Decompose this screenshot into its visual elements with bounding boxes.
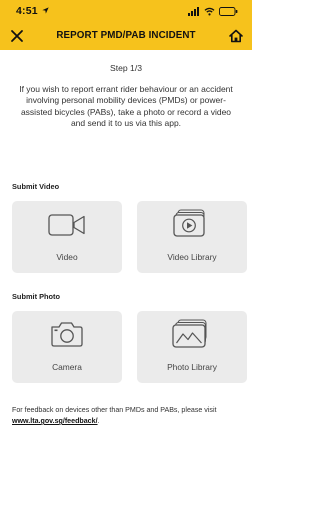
home-icon[interactable] — [228, 28, 244, 44]
feedback-text-body: For feedback on devices other than PMDs … — [12, 406, 217, 414]
submit-photo-label: Submit Photo — [12, 292, 61, 301]
status-time-text: 4:51 — [16, 5, 38, 17]
feedback-text: For feedback on devices other than PMDs … — [12, 405, 242, 427]
feedback-text-end: . — [97, 417, 100, 425]
video-library-button-label: Video Library — [167, 252, 217, 262]
video-button-label: Video — [56, 252, 78, 262]
report-screen: 4:51 REPORT PMD/PAB INCIDENT Step 1/3 If… — [0, 0, 252, 531]
wifi-icon — [204, 7, 215, 15]
camera-icon — [51, 322, 83, 347]
status-icons — [188, 6, 238, 16]
camera-button-label: Camera — [52, 362, 82, 372]
header-bar: REPORT PMD/PAB INCIDENT — [0, 22, 252, 50]
step-indicator: Step 1/3 — [109, 63, 142, 73]
camera-button[interactable]: Camera — [12, 311, 122, 383]
status-time: 4:51 — [16, 5, 49, 17]
intro-text: If you wish to report errant rider behav… — [19, 84, 233, 128]
signal-icon — [188, 6, 199, 16]
photo-library-icon — [172, 319, 207, 348]
video-camera-icon — [48, 214, 85, 236]
video-button[interactable]: Video — [12, 201, 122, 273]
location-arrow-icon — [42, 7, 49, 14]
video-library-icon — [173, 209, 205, 237]
video-library-button[interactable]: Video Library — [137, 201, 247, 273]
photo-library-button-label: Photo Library — [167, 362, 217, 372]
submit-video-label: Submit Video — [12, 182, 60, 191]
page-title: REPORT PMD/PAB INCIDENT — [56, 30, 196, 41]
status-bar: 4:51 — [0, 0, 252, 22]
feedback-link[interactable]: www.lta.gov.sg/feedback/ — [12, 417, 98, 425]
battery-icon — [219, 6, 238, 16]
photo-library-button[interactable]: Photo Library — [137, 311, 247, 383]
